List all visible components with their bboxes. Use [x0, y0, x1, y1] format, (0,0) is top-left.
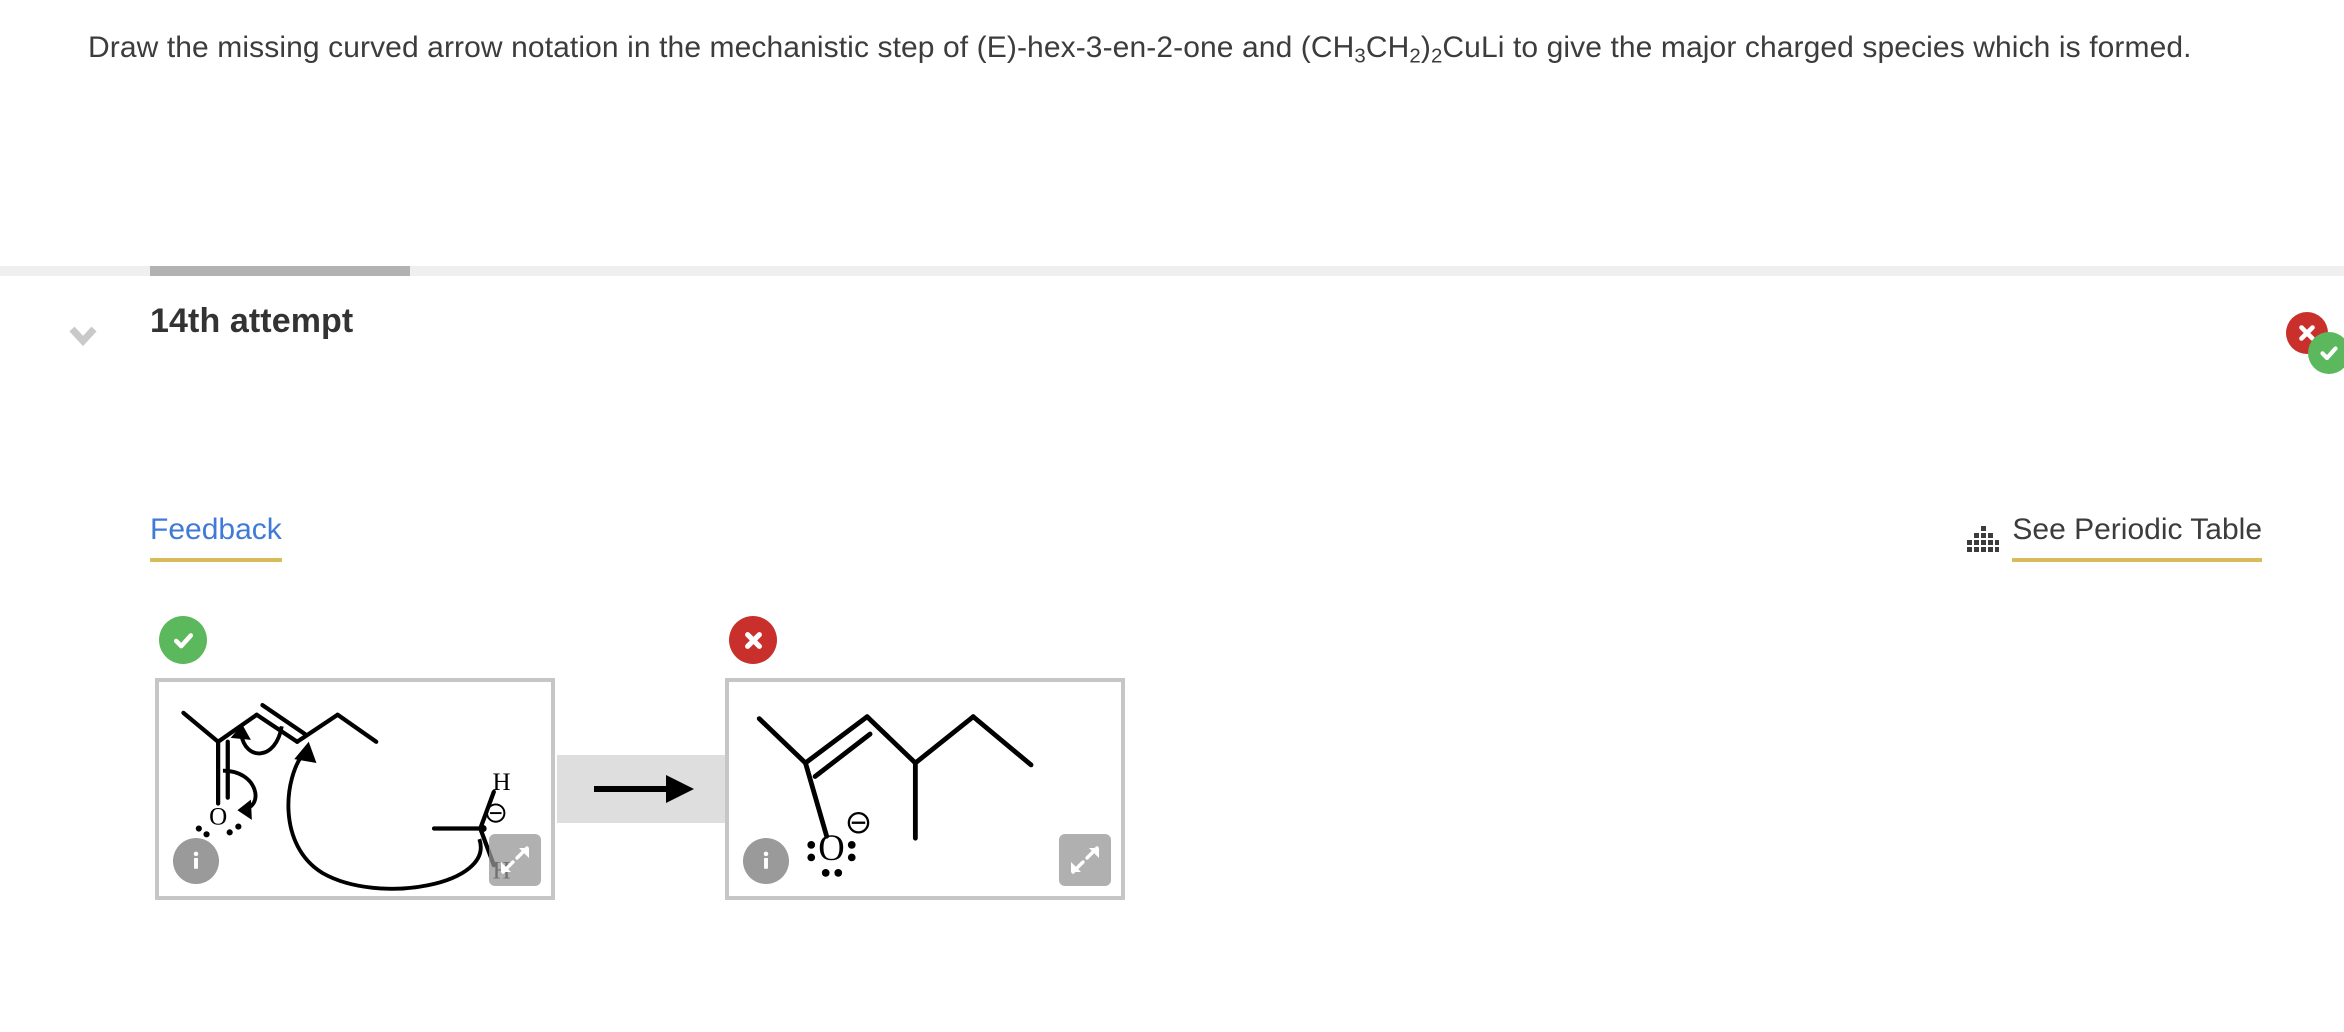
see-periodic-table-label: See Periodic Table: [2012, 510, 2262, 562]
question-text-part-3: ): [1420, 31, 1431, 64]
check-circle-icon: [159, 616, 207, 664]
question-text-line-2: formed.: [2089, 31, 2192, 64]
attempt-progress-track: [0, 266, 2344, 276]
info-icon[interactable]: [743, 838, 789, 884]
overall-status-badges: [2254, 310, 2344, 380]
see-periodic-table-link[interactable]: See Periodic Table: [1966, 510, 2262, 562]
x-circle-icon: [729, 616, 777, 664]
svg-text:H: H: [492, 769, 510, 796]
attempt-progress-fill: [150, 266, 410, 276]
check-circle-icon: [2308, 332, 2344, 374]
question-subscript-3: 2: [1430, 45, 1443, 68]
product-structure-panel[interactable]: O: [725, 678, 1125, 900]
expand-arrows-icon[interactable]: [1059, 834, 1111, 886]
feedback-link[interactable]: Feedback: [150, 510, 282, 562]
svg-text:O: O: [818, 827, 844, 868]
question-text-part-2: CH: [1365, 31, 1410, 64]
reaction-arrow-icon: [557, 755, 727, 823]
question-text-part-4: CuLi to give the major charged species w…: [1442, 31, 2081, 64]
question-subscript-2: 2: [1409, 45, 1421, 68]
reactant-structure-panel[interactable]: O H: [155, 678, 555, 900]
expand-arrows-icon[interactable]: [489, 834, 541, 886]
chevron-down-icon[interactable]: [62, 314, 104, 356]
question-text-part-1: Draw the missing curved arrow notation i…: [88, 31, 1355, 64]
info-icon[interactable]: [173, 838, 219, 884]
question-text: Draw the missing curved arrow notation i…: [88, 18, 2288, 78]
svg-text:O: O: [209, 804, 227, 831]
attempt-title: 14th attempt: [150, 302, 354, 340]
question-subscript-1: 3: [1354, 45, 1366, 68]
attempt-header: 14th attempt: [0, 300, 2344, 370]
question-prompt: Draw the missing curved arrow notation i…: [88, 18, 2288, 78]
answer-structures-area: O H O: [0, 600, 2344, 930]
periodic-table-grid-icon: [1966, 520, 2000, 554]
